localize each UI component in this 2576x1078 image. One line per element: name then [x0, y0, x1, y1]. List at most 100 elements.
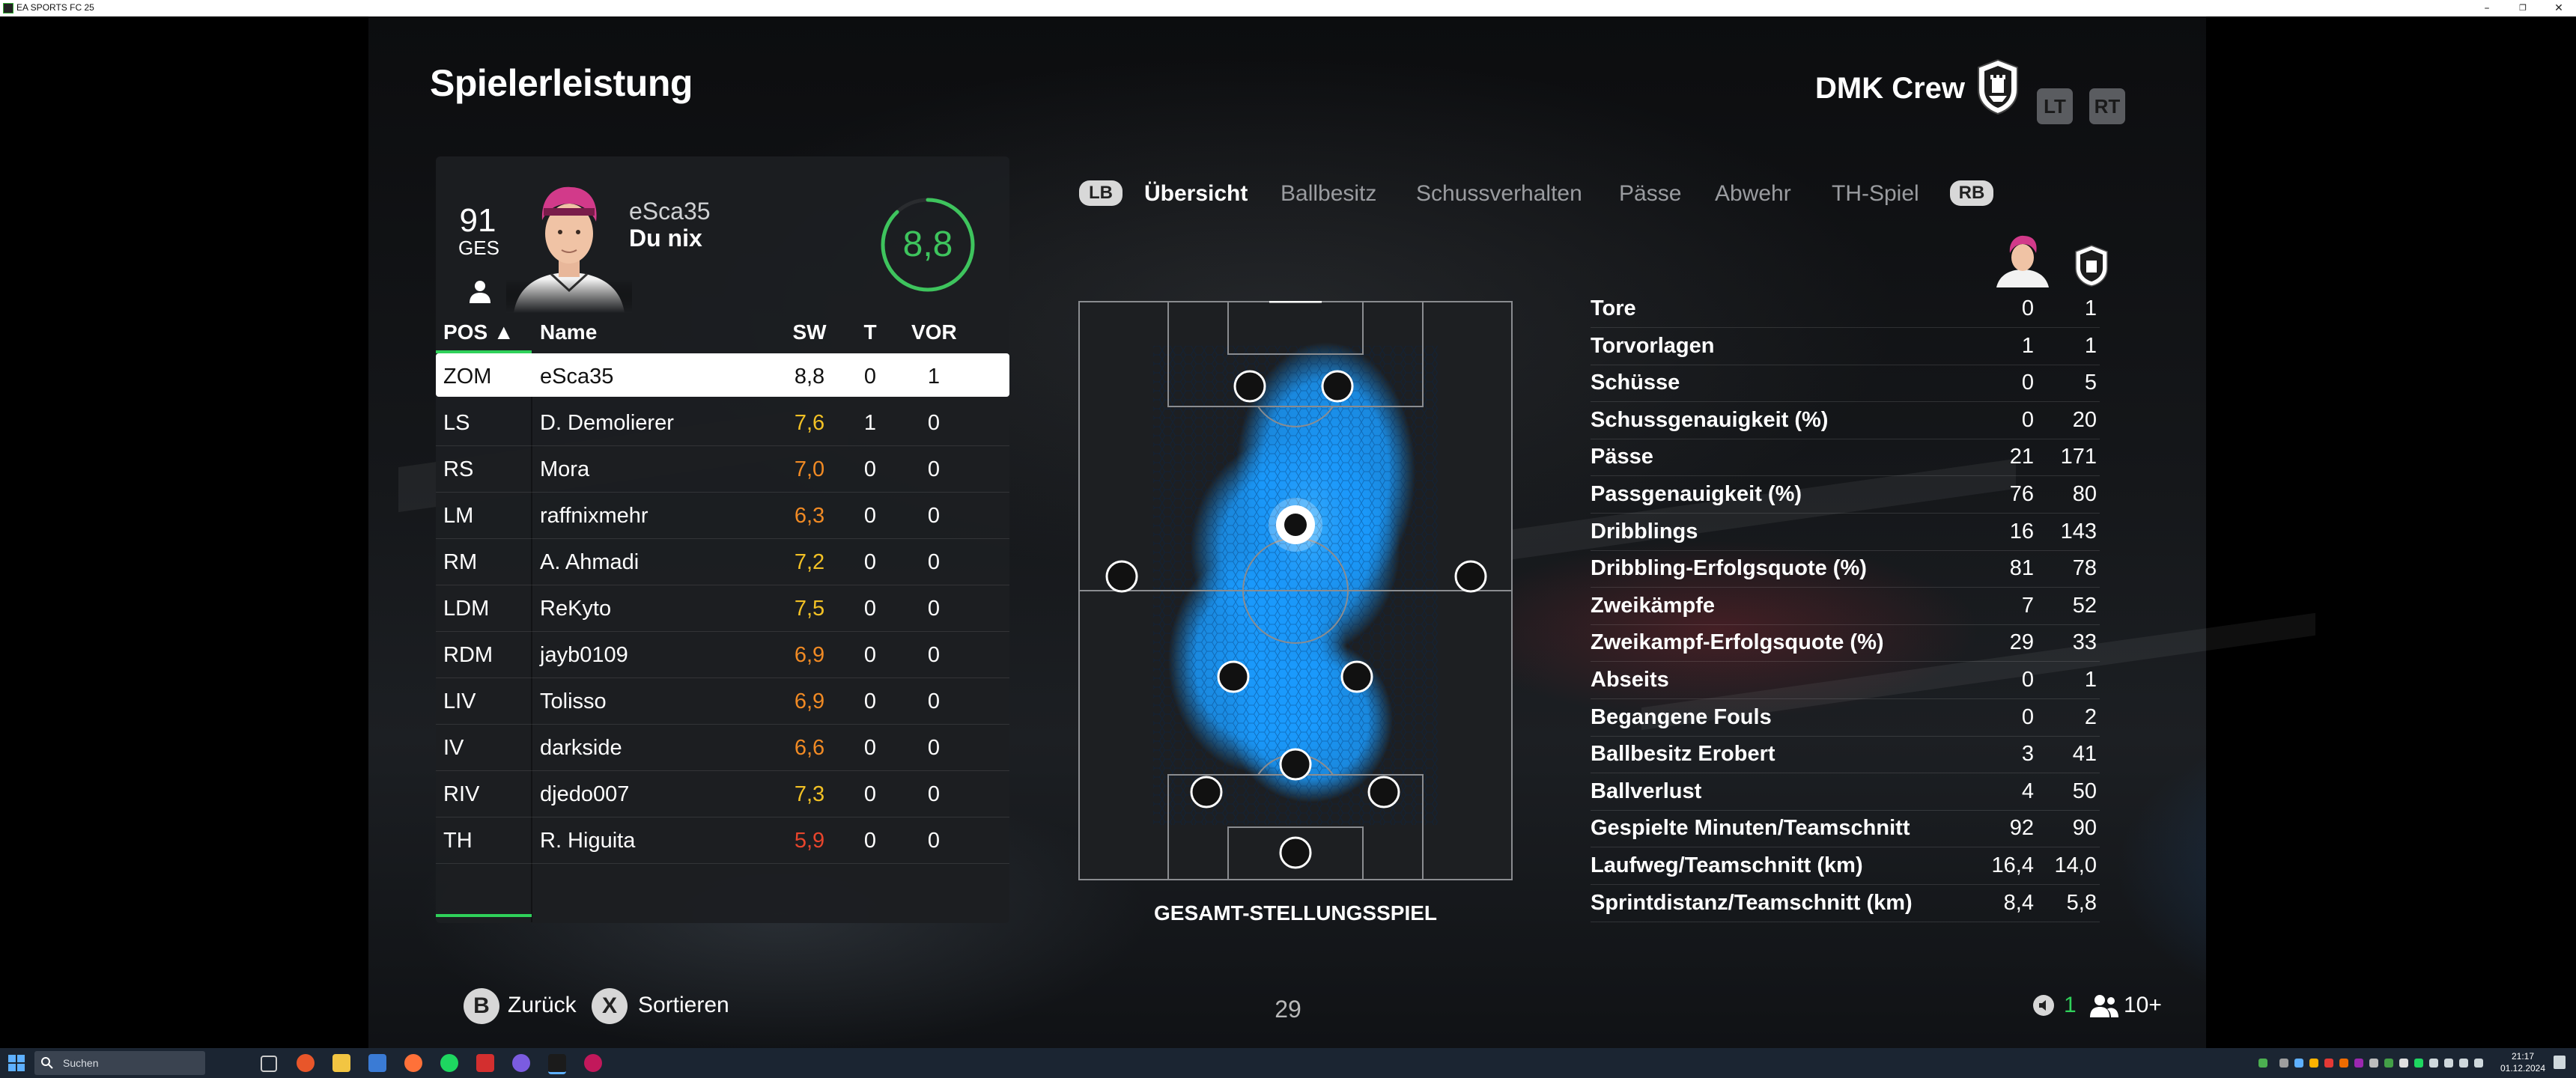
app-icon	[3, 3, 13, 13]
player-name: D. Demolierer	[540, 411, 674, 435]
match-rating-ring: 8,8	[879, 196, 976, 293]
table-row[interactable]: LM raffnixmehr 6,3 0 0	[436, 493, 1009, 539]
notification-icon[interactable]	[2554, 1056, 2566, 1069]
tray-icon[interactable]	[2309, 1059, 2318, 1068]
stat-player-value: 76	[2009, 482, 2034, 506]
scroll-indicator	[436, 914, 532, 917]
table-row[interactable]: RS Mora 7,0 0 0	[436, 446, 1009, 493]
tray-icon[interactable]	[2399, 1059, 2408, 1068]
player-name: raffnixmehr	[540, 504, 648, 528]
store-icon[interactable]	[368, 1054, 386, 1072]
volume-icon[interactable]	[2459, 1059, 2468, 1068]
back-label[interactable]: Zurück	[508, 993, 577, 1018]
tray-icon[interactable]	[2354, 1059, 2363, 1068]
file-explorer-icon[interactable]	[332, 1054, 350, 1072]
sw-header[interactable]: SW	[777, 320, 842, 344]
vor-header[interactable]: VOR	[911, 320, 957, 344]
sort-label[interactable]: Sortieren	[638, 993, 729, 1018]
discord-icon[interactable]	[512, 1054, 530, 1072]
tab-schussverhalten[interactable]: Schussverhalten	[1416, 181, 1582, 207]
table-row[interactable]: LIV Tolisso 6,9 0 0	[436, 678, 1009, 725]
back-button-icon[interactable]: B	[464, 988, 499, 1024]
stat-team-value: 171	[2060, 445, 2097, 469]
stat-team-value: 80	[2072, 482, 2097, 506]
player-goals: 0	[863, 736, 877, 760]
stat-player-value: 16,4	[1991, 853, 2034, 877]
player-rating: 7,2	[794, 550, 825, 574]
table-row[interactable]: RM A. Ahmadi 7,2 0 0	[436, 539, 1009, 585]
player-goals: 0	[863, 550, 877, 574]
player-goals: 0	[863, 643, 877, 667]
tab-th-spiel[interactable]: TH-Spiel	[1832, 181, 1919, 207]
stat-label: Gespielte Minuten/Teamschnitt	[1591, 816, 1910, 840]
rt-button[interactable]: RT	[2089, 88, 2125, 124]
player-rating: 7,5	[794, 597, 825, 621]
player-assists: 0	[927, 597, 941, 621]
stat-label: Tore	[1591, 296, 1636, 320]
positioning-heatmap	[1078, 301, 1513, 880]
close-button[interactable]: ✕	[2542, 0, 2576, 16]
tab-abwehr[interactable]: Abwehr	[1715, 181, 1791, 207]
table-row[interactable]: LDM ReKyto 7,5 0 0	[436, 585, 1009, 632]
table-row[interactable]: LS D. Demolierer 7,6 1 0	[436, 400, 1009, 446]
position-marker	[1105, 560, 1138, 593]
ea-fc-taskbar-icon[interactable]	[548, 1054, 566, 1074]
sort-button-icon[interactable]: X	[592, 988, 628, 1024]
app-icon-pink[interactable]	[584, 1054, 602, 1072]
minimize-button[interactable]: –	[2470, 0, 2504, 16]
keyboard-icon[interactable]	[2474, 1059, 2483, 1068]
player-position: RM	[443, 550, 478, 574]
tray-icon[interactable]	[2414, 1059, 2423, 1068]
tray-icon[interactable]	[2384, 1059, 2393, 1068]
player-rating: 8,8	[794, 365, 825, 389]
tray-icon[interactable]	[2369, 1059, 2378, 1068]
position-marker	[1190, 776, 1223, 808]
tray-icon[interactable]	[2339, 1059, 2348, 1068]
taskbar-search[interactable]: Suchen	[34, 1051, 205, 1075]
stat-team-value: 50	[2072, 779, 2097, 803]
tray-icon[interactable]	[2294, 1059, 2303, 1068]
stat-row: Gespielte Minuten/Teamschnitt 92 90	[1591, 810, 2100, 847]
tray-icon[interactable]	[2429, 1059, 2438, 1068]
app-icon-red[interactable]	[476, 1054, 494, 1072]
t-header[interactable]: T	[851, 320, 889, 344]
table-row[interactable]: ZOM eSca35 8,8 0 1	[436, 353, 1009, 397]
stat-player-value: 16	[2009, 520, 2034, 543]
player-rating: 6,9	[794, 643, 825, 667]
sort-pos-header[interactable]: POS ▲	[443, 320, 514, 344]
tray-icon[interactable]	[2258, 1059, 2267, 1068]
stat-team-value: 1	[2084, 334, 2097, 358]
table-row[interactable]: RDM jayb0109 6,9 0 0	[436, 632, 1009, 678]
clock-time: 21:17	[2511, 1051, 2535, 1062]
team-crest-icon	[1978, 58, 2018, 115]
maximize-button[interactable]: ❐	[2506, 0, 2540, 16]
stat-player-value: 1	[2021, 334, 2034, 358]
stat-team-value: 20	[2072, 408, 2097, 432]
tab-paesse[interactable]: Pässe	[1619, 181, 1681, 207]
table-row[interactable]: RIV djedo007 7,3 0 0	[436, 771, 1009, 817]
spotify-icon[interactable]	[440, 1054, 458, 1072]
tab-ballbesitz[interactable]: Ballbesitz	[1281, 181, 1376, 207]
task-view-icon[interactable]	[261, 1056, 277, 1072]
table-row[interactable]: IV darkside 6,6 0 0	[436, 725, 1009, 771]
lb-button[interactable]: LB	[1079, 180, 1123, 206]
stat-team-value: 41	[2072, 742, 2097, 766]
tray-icon[interactable]	[2324, 1059, 2333, 1068]
player-name: jayb0109	[540, 643, 628, 667]
browser-icon[interactable]	[297, 1054, 315, 1072]
windows-start-icon[interactable]	[7, 1054, 25, 1072]
stat-team-value: 1	[2084, 296, 2097, 320]
taskbar-clock[interactable]: 21:17 01.12.2024	[2497, 1050, 2549, 1074]
team-name: DMK Crew	[1815, 72, 1966, 105]
wifi-icon[interactable]	[2444, 1059, 2453, 1068]
firefox-icon[interactable]	[404, 1054, 422, 1072]
lt-button[interactable]: LT	[2037, 88, 2073, 124]
tray-icon[interactable]	[2279, 1059, 2288, 1068]
table-row[interactable]: TH R. Higuita 5,9 0 0	[436, 817, 1009, 864]
stat-label: Ballbesitz Erobert	[1591, 742, 1775, 766]
rb-button[interactable]: RB	[1950, 180, 1993, 206]
table-header: POS ▲ Name SW T VOR	[436, 313, 1009, 353]
tab-uebersicht[interactable]: Übersicht	[1144, 181, 1248, 207]
position-marker	[1340, 660, 1373, 693]
name-header[interactable]: Name	[540, 320, 597, 344]
